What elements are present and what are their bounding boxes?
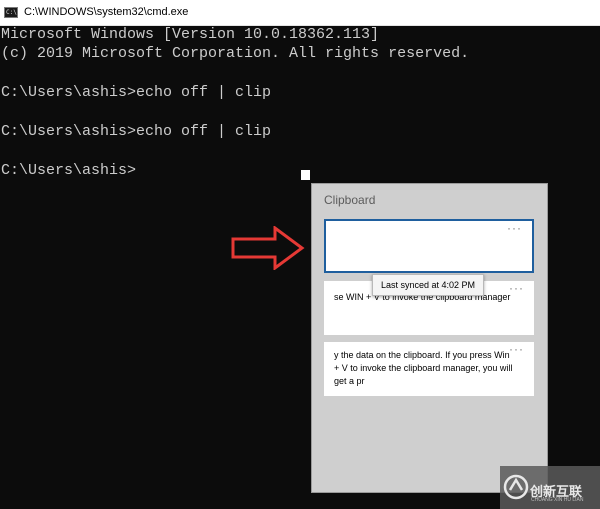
text-cursor <box>301 170 310 180</box>
clipboard-title: Clipboard <box>324 193 376 207</box>
clipboard-item[interactable]: ··· <box>324 219 534 273</box>
console-line: (c) 2019 Microsoft Corporation. All righ… <box>1 45 470 62</box>
watermark-subtext: CHUANG XIN HU LIAN <box>531 497 584 503</box>
sync-tooltip: Last synced at 4:02 PM <box>372 274 484 296</box>
window-title: C:\WINDOWS\system32\cmd.exe <box>24 6 189 18</box>
console-line: C:\Users\ashis>echo off | clip <box>1 84 272 101</box>
more-options-icon[interactable]: ··· <box>507 221 522 235</box>
console-prompt: C:\Users\ashis> <box>1 162 137 179</box>
console-line: C:\Users\ashis>echo off | clip <box>1 123 272 140</box>
clipboard-item[interactable]: y the data on the clipboard. If you pres… <box>324 342 534 396</box>
console-line: Microsoft Windows [Version 10.0.18362.11… <box>1 26 380 43</box>
title-bar: C:\ C:\WINDOWS\system32\cmd.exe <box>0 0 600 26</box>
clipboard-panel: Clipboard ··· se WIN + V to invoke the c… <box>311 183 548 493</box>
cmd-icon: C:\ <box>4 7 18 18</box>
more-options-icon[interactable]: ··· <box>509 281 524 295</box>
more-options-icon[interactable]: ··· <box>509 342 524 356</box>
clipboard-item-text: y the data on the clipboard. If you pres… <box>334 350 513 386</box>
red-arrow-right-icon <box>231 226 305 270</box>
